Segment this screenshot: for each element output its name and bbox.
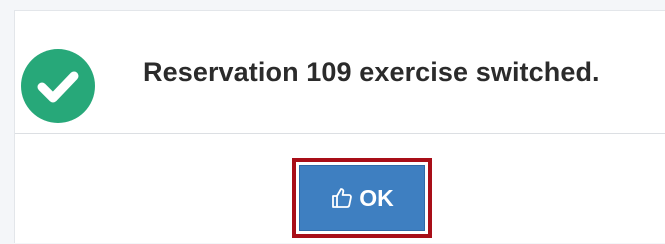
thumbs-up-icon	[330, 186, 354, 210]
check-circle-icon	[21, 49, 95, 123]
dialog-message: Reservation 109 exercise switched.	[143, 57, 600, 87]
ok-button[interactable]: OK	[299, 165, 425, 231]
confirmation-dialog: Reservation 109 exercise switched. OK	[14, 10, 665, 243]
dialog-footer: OK	[15, 134, 665, 244]
ok-button-focus-ring: OK	[292, 158, 432, 238]
message-row: Reservation 109 exercise switched.	[15, 11, 665, 134]
ok-button-label: OK	[359, 184, 394, 211]
